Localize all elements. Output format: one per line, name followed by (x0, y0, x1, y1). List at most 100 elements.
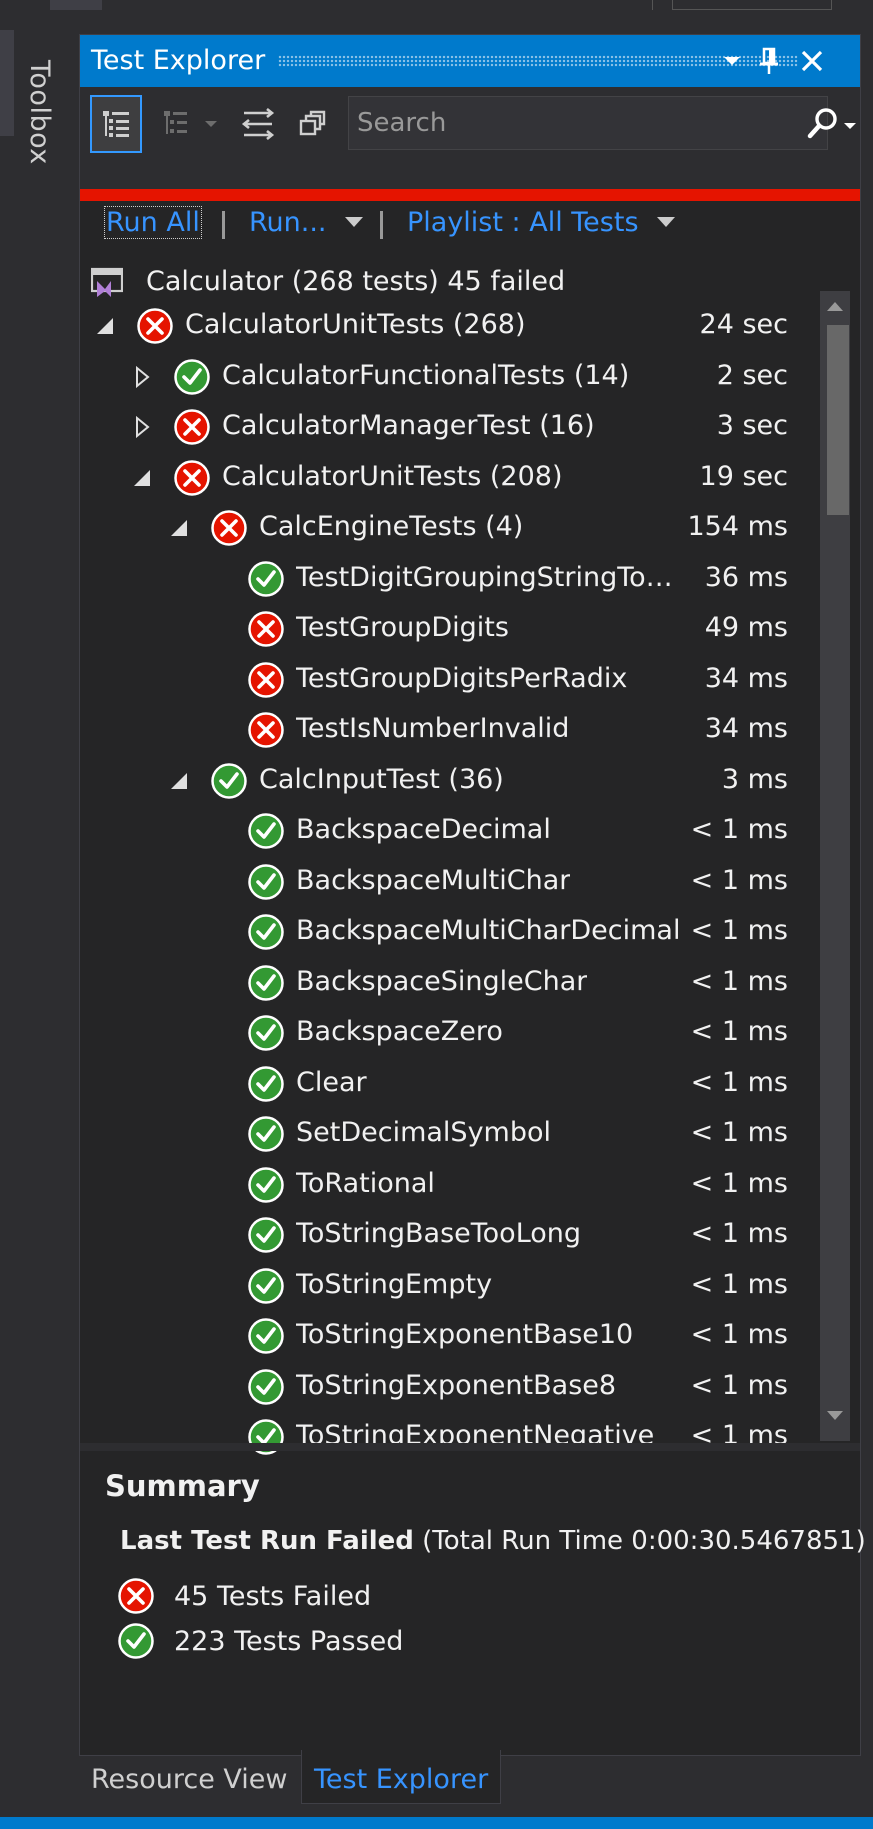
passed-status-icon (248, 1318, 284, 1354)
scrollbar-thumb[interactable] (827, 325, 849, 515)
pin-icon[interactable] (750, 41, 788, 81)
test-name: ToRational (296, 1167, 435, 1199)
test-name: BackspaceZero (296, 1016, 503, 1047)
hierarchy-view-icon[interactable] (90, 95, 142, 153)
passed-status-icon (248, 1065, 284, 1102)
close-icon[interactable] (793, 41, 831, 81)
test-duration: < 1 ms (690, 1369, 788, 1401)
test-duration: < 1 ms (690, 1117, 788, 1148)
tree-row[interactable]: ToStringExponentBase8 < 1 ms (80, 1362, 814, 1412)
last-run-status: Last Test Run Failed (120, 1526, 414, 1556)
test-name: BackspaceMultiCharDecimal (296, 915, 681, 946)
scroll-down-icon[interactable] (825, 1409, 845, 1423)
tree-row[interactable]: TestGroupDigits 49 ms (80, 604, 814, 654)
tree-row[interactable]: BackspaceMultiCharDecimal < 1 ms (80, 907, 814, 957)
test-tree: CalculatorUnitTests (268) 24 sec Calculato… (80, 285, 814, 1478)
failed-status-icon (174, 459, 210, 496)
passed-status-icon (174, 358, 210, 395)
test-duration: 2 sec (716, 359, 788, 391)
tree-row[interactable]: CalculatorFunctionalTests (14) 2 sec (80, 352, 814, 402)
failed-count: 45 Tests Failed (174, 1581, 372, 1612)
collapsed-triangle-icon[interactable] (132, 365, 152, 388)
test-duration: 19 sec (699, 460, 788, 492)
tree-row[interactable]: BackspaceDecimal < 1 ms (80, 806, 814, 856)
failed-status-icon (211, 510, 247, 546)
tree-row[interactable]: Clear < 1 ms (80, 1059, 814, 1109)
top-divider (652, 0, 653, 10)
playlist-dropdown[interactable]: Playlist : All Tests (407, 207, 675, 238)
test-duration: < 1 ms (690, 1066, 788, 1098)
failed-status-icon (174, 409, 210, 445)
summary-title: Summary (105, 1469, 260, 1503)
run-dropdown[interactable]: Run... (249, 207, 363, 238)
tree-row[interactable]: TestIsNumberInvalid 34 ms (80, 705, 814, 755)
tree-row[interactable]: CalculatorUnitTests (208) 19 sec (80, 453, 814, 503)
test-name: CalculatorUnitTests (208) (222, 460, 563, 492)
tree-row[interactable]: ToStringExponentBase10 < 1 ms (80, 1311, 814, 1361)
tab-test-explorer[interactable]: Test Explorer (301, 1750, 502, 1804)
action-bar: Run All Run... Playlist : All Tests (80, 195, 860, 245)
expand-all-icon[interactable] (232, 95, 284, 153)
tree-row[interactable]: CalcEngineTests (4) 154 ms (80, 503, 814, 553)
pane-splitter[interactable] (80, 1443, 860, 1451)
passed-status-icon (248, 1166, 284, 1203)
test-duration: < 1 ms (690, 814, 788, 845)
toolbox-marker (0, 30, 14, 136)
chevron-down-icon[interactable] (713, 41, 751, 81)
test-duration: 3 sec (716, 410, 788, 441)
tree-row[interactable]: ToStringEmpty < 1 ms (80, 1261, 814, 1311)
status-bar (0, 1817, 873, 1829)
test-duration: 34 ms (704, 662, 788, 694)
tree-row[interactable]: TestDigitGroupingStringToGr... 36 ms (80, 554, 814, 604)
window-titlebar: Test Explorer (80, 35, 860, 87)
test-duration: < 1 ms (690, 1016, 788, 1047)
tree-row[interactable]: CalculatorUnitTests (268) 24 sec (80, 301, 814, 351)
scroll-up-icon[interactable] (825, 299, 845, 313)
test-name: TestDigitGroupingStringToGr... (296, 561, 690, 593)
passed-status-icon (248, 964, 284, 1001)
test-name: CalculatorUnitTests (268) (185, 309, 526, 340)
tab-resource-view[interactable]: Resource View (79, 1750, 299, 1806)
collapsed-triangle-icon[interactable] (132, 416, 152, 438)
toolbox-tab[interactable]: Toolbox (24, 60, 55, 165)
tree-row[interactable]: ToStringBaseTooLong < 1 ms (80, 1210, 814, 1260)
passed-status-icon (248, 863, 284, 900)
tree-row[interactable]: ToRational < 1 ms (80, 1160, 814, 1210)
expanded-triangle-icon[interactable] (95, 315, 115, 337)
search-input[interactable] (357, 103, 727, 143)
last-run-time: (Total Run Time 0:00:30.5467851) (422, 1526, 866, 1556)
playlist-label: Playlist : All Tests (407, 207, 639, 238)
tree-row[interactable]: BackspaceZero < 1 ms (80, 1008, 814, 1058)
tree-row[interactable]: CalcInputTest (36) 3 ms (80, 756, 814, 806)
passed-status-icon (248, 1116, 284, 1152)
group-by-icon[interactable] (150, 95, 230, 153)
tree-row[interactable]: CalculatorManagerTest (16) 3 sec (80, 402, 814, 452)
search-icon[interactable] (804, 103, 864, 145)
test-duration: 34 ms (704, 713, 788, 744)
tree-row[interactable]: SetDecimalSymbol < 1 ms (80, 1109, 814, 1159)
tree-row[interactable]: BackspaceMultiChar < 1 ms (80, 857, 814, 907)
expanded-triangle-icon[interactable] (169, 517, 189, 539)
test-name: CalcInputTest (36) (259, 763, 504, 795)
failed-status-icon (137, 308, 173, 344)
expanded-triangle-icon[interactable] (169, 770, 189, 792)
tree-row[interactable]: TestGroupDigitsPerRadix 34 ms (80, 655, 814, 705)
vertical-scrollbar[interactable] (820, 291, 850, 1441)
test-duration: 24 sec (699, 309, 788, 340)
passed-status-icon (248, 813, 284, 849)
failed-status-icon (118, 1578, 154, 1614)
test-duration: < 1 ms (690, 1268, 788, 1300)
toolbox-rail: Toolbox (0, 30, 80, 1820)
tree-row[interactable]: BackspaceSingleChar < 1 ms (80, 958, 814, 1008)
failed-count-line[interactable]: 45 Tests Failed (117, 1575, 617, 1617)
test-duration: < 1 ms (690, 965, 788, 997)
test-duration: < 1 ms (690, 864, 788, 896)
copy-icon[interactable] (286, 95, 338, 153)
expanded-triangle-icon[interactable] (132, 467, 152, 489)
passed-count-line[interactable]: 223 Tests Passed (117, 1620, 617, 1662)
run-all-link[interactable]: Run All (104, 206, 202, 239)
test-name: BackspaceMultiChar (296, 864, 571, 896)
passed-status-icon (248, 1368, 284, 1405)
test-name: ToStringBaseTooLong (296, 1218, 582, 1249)
top-box-stub (672, 0, 832, 10)
